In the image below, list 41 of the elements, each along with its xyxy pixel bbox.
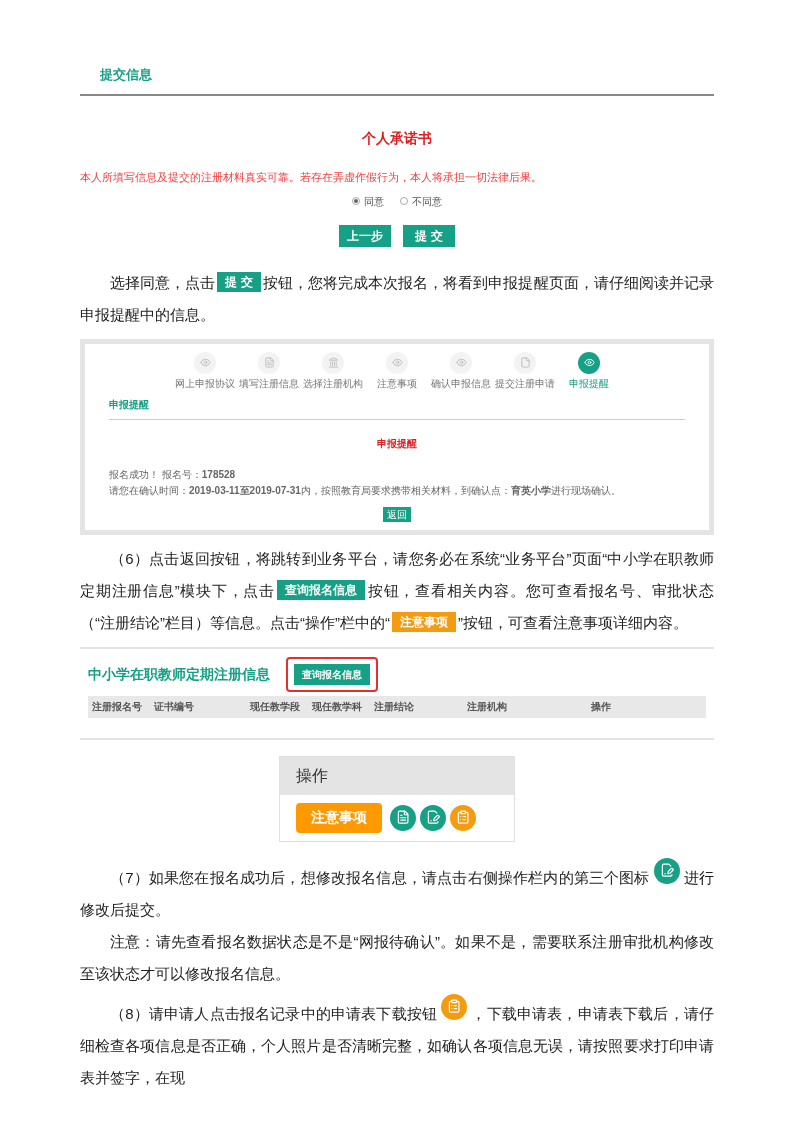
column-header: 现任教学科	[311, 700, 363, 714]
confirmation-text: 请您在确认时间：2019-03-11至2019-07-31内，按照教育局要求携带相关材料，到确认点：育英小学进行现场确认。	[109, 483, 622, 498]
pledge-button[interactable]: 提 交	[403, 224, 455, 247]
inline-button-image: 提 交	[217, 271, 261, 292]
paragraph: （7）如果您在报名成功后，想修改报名信息，请点击右侧操作栏内的第三个图标 进行修改后提交。	[80, 861, 714, 926]
paragraph: 选择同意，点击 提 交 按钮，您将完成本次报名，将看到申报提醒页面，请仔细阅读并记录申报提醒中的信息。	[80, 270, 714, 325]
pledge-statement: 本人所填写信息及提交的注册材料真实可靠。若存在弄虚作假行为，本人将承担一切法律后果。	[80, 170, 542, 185]
back-button[interactable]: 返回	[383, 506, 411, 522]
step-label: 提交注册申请	[495, 376, 555, 391]
radio-option[interactable]: 同意	[352, 193, 384, 209]
step-label: 填写注册信息	[239, 376, 299, 391]
column-header: 操作	[590, 700, 612, 714]
radio-option[interactable]: 不同意	[400, 193, 442, 209]
pledge-title: 个人承诺书	[362, 129, 432, 148]
step-label: 申报提醒	[569, 376, 609, 391]
column-header: 证书编号	[153, 700, 195, 714]
registration-number-text: 报名成功！ 报名号：178528	[109, 467, 237, 482]
inline-button-image: 注意事项	[392, 611, 456, 632]
pledge-button[interactable]: 上一步	[339, 224, 391, 247]
reminder-heading: 申报提醒	[377, 436, 417, 451]
screen-section-title: 申报提醒	[109, 398, 149, 410]
column-header: 注册报名号	[91, 700, 143, 714]
section-title: 提交信息	[100, 67, 152, 82]
notice-button[interactable]: 注意事项	[296, 802, 382, 833]
note-text: 注意：请先查看报名数据状态是不是“网报待确认”。如果不是，需要联系注册审批机构修改至该状态才可以修改报名信息。	[80, 931, 714, 984]
module-title: 中小学在职教师定期注册信息	[88, 664, 270, 684]
inline-button-image: 查询报名信息	[277, 579, 366, 600]
edit-document-icon	[420, 804, 446, 831]
step-label: 网上申报协议	[175, 376, 235, 391]
column-header: 注册机构	[466, 700, 508, 714]
form-icon	[450, 804, 476, 831]
paragraph: （6）点击返回按钮，将跳转到业务平台，请您务必在系统“业务平台”页面“中小学在职教师定期注册信息”模块下，点击 查询报名信息 按钮，查看相关内容。您可查看报名号、审批状态（“注册结论”栏目）等信息。点击“操作”栏中的“ 注意事项 ”按钮，可查看注意事项详细内容。	[80, 548, 714, 634]
paragraph: （8）请申请人点击报名记录中的申请表下载按钮 ，下载申请表，申请表下载后，请仔细检查各项信息是否正确，个人照片是否清晰完整，如确认各项信息无误，请按照要求打印申请表并签字，在现	[80, 997, 714, 1094]
column-header: 现任教学段	[249, 700, 301, 714]
column-header: 注册结论	[373, 700, 415, 714]
step-label: 确认申报信息	[431, 376, 491, 391]
step-label: 注意事项	[377, 376, 417, 391]
actions-header: 操作	[296, 765, 328, 786]
step-label: 选择注册机构	[303, 376, 363, 391]
document-icon	[390, 804, 416, 831]
query-button[interactable]: 查询报名信息	[294, 663, 370, 685]
